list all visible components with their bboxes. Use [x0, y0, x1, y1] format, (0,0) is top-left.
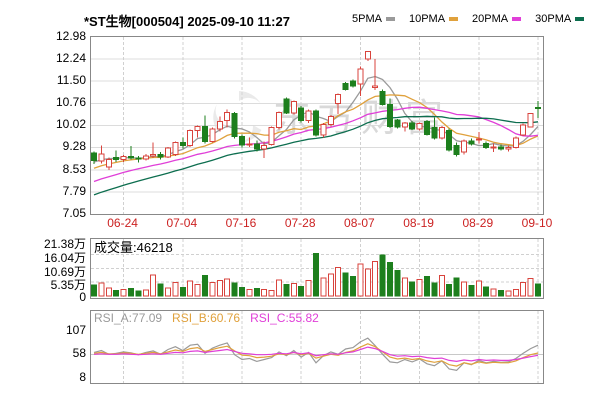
- rsi-a-label: RSI_A:77.09: [94, 311, 162, 325]
- ma10-swatch-icon: [449, 17, 458, 21]
- date-tick-label: 07-16: [226, 216, 257, 230]
- date-tick-label: 09-10: [522, 216, 553, 230]
- volume-tick-label: 0: [34, 290, 86, 304]
- ma5-swatch-icon: [386, 17, 395, 21]
- rsi-b-label: RSI_B:60.76: [172, 311, 240, 325]
- rsi-c-label: RSI_C:55.82: [250, 311, 319, 325]
- price-tick-label: 11.50: [34, 73, 86, 87]
- price-tick-label: 7.79: [34, 184, 86, 198]
- rsi-tick-label: 107: [34, 323, 86, 337]
- legend-item-5pma: 5PMA: [352, 13, 395, 25]
- legend-label: 5PMA: [352, 13, 382, 25]
- page-title: *ST生物[000504] 2025-09-10 11:27: [84, 11, 290, 30]
- legend-item-10pma: 10PMA: [409, 13, 458, 25]
- ma30-swatch-icon: [575, 17, 584, 21]
- price-tick-label: 12.98: [34, 29, 86, 43]
- rsi-tick-label: 8: [34, 370, 86, 384]
- stock-chart-page: *ST生物[000504] 2025-09-10 11:27 5PMA 10PM…: [0, 0, 600, 400]
- ma-legend: 5PMA 10PMA 20PMA 30PMA: [352, 13, 584, 25]
- price-tick-label: 10.02: [34, 117, 86, 131]
- price-tick-label: 8.53: [34, 162, 86, 176]
- rsi-tick-label: 58: [34, 346, 86, 360]
- candlestick-panel[interactable]: 东方财富: [90, 36, 544, 215]
- candlestick-chart[interactable]: 东方财富: [91, 37, 543, 214]
- date-tick-label: 07-04: [166, 216, 197, 230]
- ma20-swatch-icon: [512, 17, 521, 21]
- legend-item-30pma: 30PMA: [535, 13, 584, 25]
- date-tick-label: 08-29: [462, 216, 493, 230]
- rsi-value-labels: RSI_A:77.09 RSI_B:60.76 RSI_C:55.82: [94, 311, 319, 325]
- legend-label: 20PMA: [472, 13, 508, 25]
- legend-item-20pma: 20PMA: [472, 13, 521, 25]
- legend-label: 30PMA: [535, 13, 571, 25]
- date-tick-label: 08-07: [344, 216, 375, 230]
- legend-label: 10PMA: [409, 13, 445, 25]
- date-tick-label: 06-24: [107, 216, 138, 230]
- volume-title: 成交量:46218: [94, 237, 173, 256]
- date-tick-label: 07-28: [285, 216, 316, 230]
- price-tick-label: 9.28: [34, 139, 86, 153]
- price-tick-label: 7.05: [34, 206, 86, 220]
- price-tick-label: 10.76: [34, 95, 86, 109]
- price-tick-label: 12.24: [34, 51, 86, 65]
- date-tick-label: 08-19: [403, 216, 434, 230]
